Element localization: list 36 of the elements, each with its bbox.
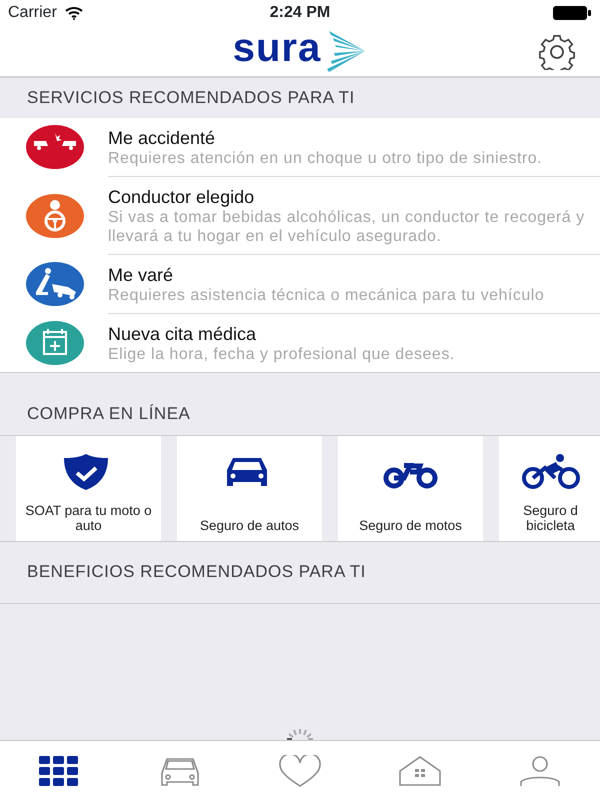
driver-service-icon	[26, 194, 84, 238]
service-description: Elige la hora, fecha y profesional que desees.	[108, 344, 456, 364]
person-icon	[518, 754, 562, 786]
service-item[interactable]: Me accidenté Requieres atención en un choque u otro tipo de siniestro.	[0, 118, 600, 177]
section-title: COMPRA EN LÍNEA	[27, 402, 190, 425]
section-title: BENEFICIOS RECOMENDADOS PARA TI	[27, 561, 366, 584]
heart-icon	[278, 754, 322, 786]
house-icon	[398, 754, 442, 786]
service-description: Requieres atención en un choque u otro tipo de siniestro.	[108, 148, 544, 168]
service-item[interactable]: Nueva cita médica Elige la hora, fecha y profesional que desees.	[0, 314, 600, 372]
settings-icon	[538, 34, 576, 70]
service-description: Si vas a tomar bebidas alcohólicas, un conductor te recogerá y llevará a tu hogar en el vehículo asegurado.	[108, 208, 586, 246]
settings-button[interactable]	[538, 34, 576, 70]
product-card[interactable]: Seguro d bicicleta	[499, 436, 600, 541]
logo-text: sura	[232, 28, 322, 68]
product-card[interactable]: Seguro de autos	[177, 436, 322, 541]
wifi-icon	[64, 6, 83, 20]
service-description: Requieres asistencia técnica o mecánica para tu vehículo	[108, 286, 546, 305]
logo-wings-icon	[325, 29, 368, 73]
service-title: Me accidenté	[108, 128, 216, 149]
tow-service-icon	[26, 262, 84, 306]
section-title: SERVICIOS RECOMENDADOS PARA TI	[27, 87, 355, 110]
product-card[interactable]: Seguro de motos	[338, 436, 483, 541]
loading-spinner-icon	[285, 727, 315, 741]
cyclist-icon	[522, 452, 580, 492]
service-title: Me varé	[108, 264, 174, 286]
service-title: Nueva cita médica	[108, 324, 258, 344]
battery-icon	[552, 5, 592, 21]
service-item[interactable]: Me varé Requieres asistencia técnica o mecánica para tu vehículo	[0, 254, 600, 314]
service-item[interactable]: Conductor elegido Si vas a tomar bebidas alcohólicas, un conductor te recogerá y llevará a tu hogar en el vehículo asegurado.	[0, 176, 600, 255]
crash-service-icon	[26, 125, 84, 170]
medical-service-icon	[26, 320, 84, 365]
carrier-label: Carrier	[8, 3, 57, 23]
service-title: Conductor elegido	[108, 186, 256, 208]
product-card[interactable]: SOAT para tu moto o auto	[16, 436, 161, 541]
clock-time: 2:24 PM	[270, 3, 330, 23]
